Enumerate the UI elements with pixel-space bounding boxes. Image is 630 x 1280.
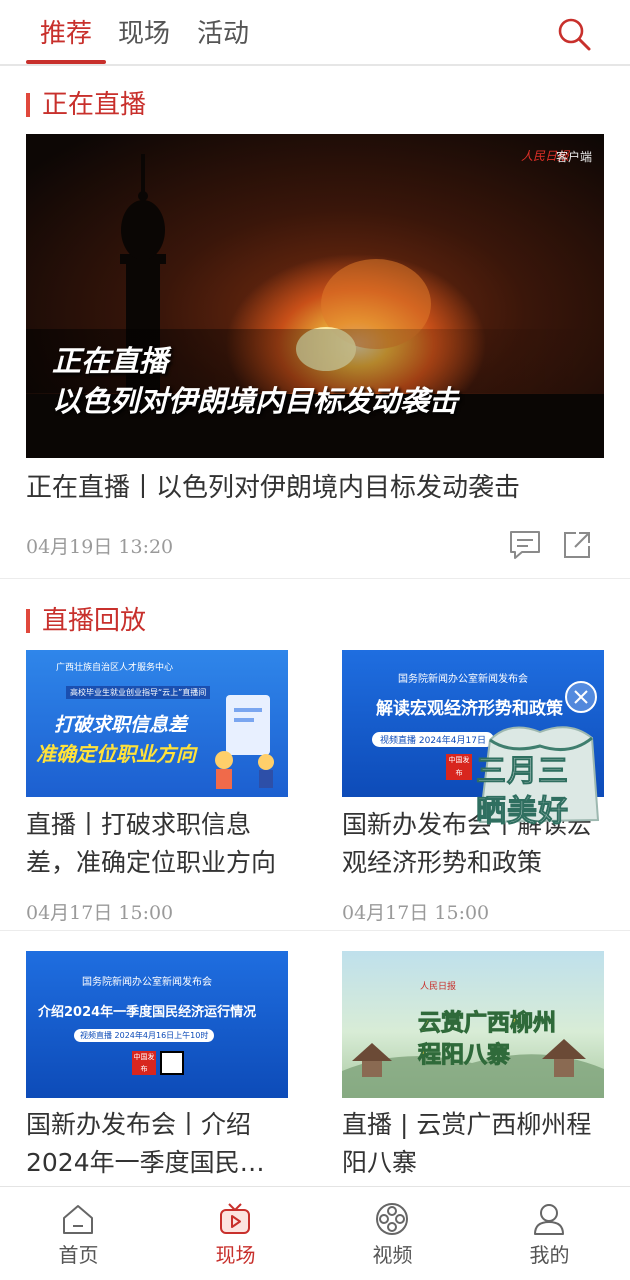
top-tab-bar: 推荐 现场 活动: [0, 0, 630, 66]
live-title[interactable]: 正在直播丨以色列对伊朗境内目标发动袭击: [26, 468, 520, 508]
replay-title-3[interactable]: 国新办发布会丨介绍2024年一季度国民…: [26, 1106, 298, 1182]
thumb3-header: 国务院新闻办公室新闻发布会: [82, 977, 212, 988]
live-time: 04月19日 13:20: [26, 536, 174, 558]
thumb1-illustration: [215, 695, 274, 789]
floating-promo[interactable]: 三月三 晒美好: [470, 680, 610, 840]
divider: [0, 930, 630, 931]
active-tab-indicator: [26, 60, 106, 64]
watermark-client-label: 客户端: [556, 150, 593, 164]
tab-activity[interactable]: 活动: [197, 14, 249, 54]
live-overlay-line1: 正在直播: [52, 344, 169, 378]
thumb1-banner: 高校毕业生就业创业指导“云上”直播间: [66, 686, 211, 699]
thumb1-header: 广西壮族自治区人才服务中心: [56, 663, 174, 673]
close-icon[interactable]: [564, 680, 598, 714]
search-icon[interactable]: [556, 16, 592, 52]
nav-home[interactable]: 首页: [0, 1187, 157, 1280]
replay-thumbnail-3[interactable]: 国务院新闻办公室新闻发布会 介绍2024年一季度国民经济运行情况 视频直播 20…: [26, 951, 288, 1098]
section-title-replay: 直播回放: [26, 606, 146, 636]
nav-me[interactable]: 我的: [471, 1187, 628, 1280]
section-title-live: 正在直播: [26, 90, 146, 120]
live-thumbnail[interactable]: 人民日报 客户端 正在直播 以色列对伊朗境内目标发动袭击: [26, 134, 604, 458]
qr-code-icon: [160, 1051, 184, 1075]
thumb1-line2: 准确定位职业方向: [36, 742, 196, 766]
bottom-nav: 首页 现场 视频 我的: [0, 1186, 630, 1280]
replay-time-2: 04月17日 15:00: [342, 902, 490, 924]
user-icon: [534, 1204, 564, 1235]
replay-thumbnail-4[interactable]: 人民日报 云赏广西柳州 程阳八寨: [342, 951, 604, 1098]
nav-home-label: 首页: [58, 1243, 99, 1267]
nav-live[interactable]: 现场: [157, 1187, 314, 1280]
home-icon: [63, 1205, 93, 1234]
thumb4-line1: 云赏广西柳州: [418, 1010, 557, 1037]
share-icon[interactable]: [562, 530, 592, 560]
film-reel-icon: [376, 1203, 408, 1235]
tab-recommend[interactable]: 推荐: [40, 14, 92, 54]
nav-live-label: 现场: [215, 1243, 256, 1267]
nav-video[interactable]: 视频: [314, 1187, 471, 1280]
thumb4-logo: 人民日报: [420, 982, 457, 992]
thumb3-badge: 中国发布: [132, 1051, 156, 1075]
nav-video-label: 视频: [372, 1243, 413, 1267]
replay-thumbnail-1[interactable]: 广西壮族自治区人才服务中心 高校毕业生就业创业指导“云上”直播间 打破求职信息差…: [26, 650, 288, 797]
thumb1-line1: 打破求职信息差: [54, 714, 188, 736]
replay-title-1[interactable]: 直播丨打破求职信息差，准确定位职业方向: [26, 806, 298, 882]
comment-icon[interactable]: [508, 528, 542, 562]
live-overlay-line2: 以色列对伊朗境内目标发动袭击: [52, 384, 459, 418]
tab-scene[interactable]: 现场: [118, 14, 170, 54]
replay-title-4[interactable]: 直播 | 云赏广西柳州程阳八寨: [342, 1106, 614, 1182]
promo-line2: 晒美好: [476, 794, 569, 830]
live-tv-icon: [220, 1203, 250, 1234]
promo-line1: 三月三: [476, 754, 569, 790]
nav-me-label: 我的: [529, 1243, 570, 1267]
thumb3-pill: 视频直播 2024年4月16日上午10时: [74, 1029, 215, 1042]
thumb3-line1: 介绍2024年一季度国民经济运行情况: [38, 1005, 257, 1020]
thumb2-badge: 中国发布: [446, 754, 472, 780]
thumb4-line2: 程阳八寨: [418, 1042, 511, 1069]
divider: [0, 578, 630, 579]
replay-time-1: 04月17日 15:00: [26, 902, 174, 924]
